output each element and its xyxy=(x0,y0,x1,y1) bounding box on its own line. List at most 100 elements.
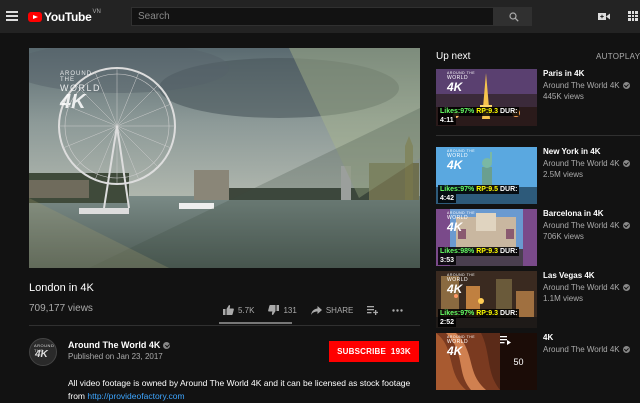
verified-check-icon xyxy=(163,341,171,349)
playlist-icon xyxy=(500,336,511,345)
watermark-line1: AROUND THE xyxy=(60,71,93,83)
rp-score: RP:9.5 xyxy=(476,186,498,193)
channel-name-row[interactable]: Around The World 4K xyxy=(68,340,171,350)
video-description: All video footage is owned by Around The… xyxy=(68,377,428,403)
item-views: 445K views xyxy=(543,92,584,101)
apps-grid-icon[interactable] xyxy=(628,11,638,21)
channel-avatar[interactable]: AROUND THE 4K xyxy=(29,338,57,366)
video-title: London in 4K xyxy=(29,282,94,294)
watermark-line3: 4K xyxy=(60,91,86,113)
published-date: Published on Jan 23, 2017 xyxy=(68,352,163,361)
dur-label: DUR: xyxy=(499,248,518,255)
item-title[interactable]: 4K xyxy=(543,333,553,342)
duration-badge: 3:53 xyxy=(438,256,457,265)
item-channel: Around The World 4K xyxy=(543,345,620,354)
like-button[interactable]: 5.7K xyxy=(223,305,254,315)
search-button[interactable] xyxy=(494,7,532,26)
dur-label: DUR: xyxy=(499,310,518,317)
share-label: SHARE xyxy=(325,305,354,315)
share-arrow-icon xyxy=(310,305,322,315)
duration-badge: 4:11 xyxy=(438,116,456,125)
video-watermark: AROUND THE WORLD 4K xyxy=(60,71,100,114)
youtube-play-icon xyxy=(28,12,42,22)
item-title[interactable]: Barcelona in 4K xyxy=(543,209,603,218)
thumbnail-watermark: AROUND THE WORLD 4K xyxy=(447,273,475,296)
thumbnail[interactable]: AROUND THE WORLD 4K Likes:97% RP:9.5 DUR: … xyxy=(436,147,537,204)
more-actions-button[interactable] xyxy=(392,308,404,312)
wm-line3: 4K xyxy=(447,79,463,94)
thumbnail[interactable]: AROUND THE WORLD 4K Likes:98% RP:9.3 DUR: … xyxy=(436,209,537,266)
menu-icon[interactable] xyxy=(6,11,18,21)
item-title[interactable]: New York in 4K xyxy=(543,147,601,156)
duration-badge: 4:42 xyxy=(438,194,457,203)
search-input[interactable]: Search xyxy=(131,7,494,26)
thumbnail-watermark: AROUND THE WORLD 4K xyxy=(447,211,475,234)
item-channel-row: Around The World 4K xyxy=(543,221,630,230)
item-channel: Around The World 4K xyxy=(543,283,620,292)
verified-check-icon xyxy=(622,160,630,167)
item-channel-row: Around The World 4K xyxy=(543,345,630,354)
rating-overlay: Likes:98% RP:9.3 DUR: xyxy=(438,247,520,256)
playlist-count: 50 xyxy=(513,356,524,367)
item-channel-row: Around The World 4K xyxy=(543,81,630,90)
divider xyxy=(436,135,640,136)
subscribe-label: SUBSCRIBE xyxy=(337,347,387,356)
search-icon xyxy=(509,12,519,22)
channel-name[interactable]: Around The World 4K xyxy=(68,340,160,350)
rating-overlay: Likes:97% RP:9.3 DUR: xyxy=(438,107,520,116)
likes-percent: Likes:97% xyxy=(440,108,475,115)
item-channel: Around The World 4K xyxy=(543,221,620,230)
verified-check-icon xyxy=(622,284,630,291)
top-bar: YouTube VN Search xyxy=(0,0,640,33)
item-channel-row: Around The World 4K xyxy=(543,159,630,168)
video-actions: 5.7K 131 SHARE xyxy=(223,302,417,318)
autoplay-toggle[interactable]: AUTOPLAY xyxy=(596,52,640,61)
dur-label: DUR: xyxy=(499,186,518,193)
thumbnail-watermark: AROUND THE WORLD 4K xyxy=(447,149,475,172)
item-title[interactable]: Paris in 4K xyxy=(543,69,584,78)
subscribe-button[interactable]: SUBSCRIBE 193K xyxy=(329,341,419,362)
up-next-playlist[interactable]: AROUND THE WORLD 4K 50 4K Around The World… xyxy=(436,333,640,390)
like-ratio-bar xyxy=(219,322,292,324)
likes-percent: Likes:97% xyxy=(440,186,475,193)
item-views: 706K views xyxy=(543,232,584,241)
likes-percent: Likes:97% xyxy=(440,310,475,317)
verified-check-icon xyxy=(622,82,630,89)
item-title[interactable]: Las Vegas 4K xyxy=(543,271,595,280)
thumbs-down-icon xyxy=(268,305,280,315)
wm-line3: 4K xyxy=(447,219,463,234)
thumbnail[interactable]: AROUND THE WORLD 4K Likes:97% RP:9.3 DUR: … xyxy=(436,271,537,328)
save-to-playlist-button[interactable] xyxy=(367,305,379,315)
playlist-add-icon xyxy=(367,305,379,315)
divider xyxy=(29,325,420,326)
up-next-item[interactable]: AROUND THE WORLD 4K Likes:97% RP:9.3 DUR: … xyxy=(436,69,640,126)
up-next-item[interactable]: AROUND THE WORLD 4K Likes:97% RP:9.5 DUR: … xyxy=(436,147,640,204)
logo-country-code: VN xyxy=(92,9,101,15)
video-player[interactable]: AROUND THE WORLD 4K xyxy=(29,48,420,268)
dislike-button[interactable]: 131 xyxy=(268,305,297,315)
up-next-heading: Up next xyxy=(436,51,471,62)
thumbnail[interactable]: AROUND THE WORLD 4K Likes:97% RP:9.3 DUR: … xyxy=(436,69,537,126)
item-views: 1.1M views xyxy=(543,294,584,303)
share-button[interactable]: SHARE xyxy=(310,305,354,315)
description-text: All video footage is owned by Around The… xyxy=(68,378,411,388)
rp-score: RP:9.3 xyxy=(476,310,498,317)
up-next-item[interactable]: AROUND THE WORLD 4K Likes:98% RP:9.3 DUR: … xyxy=(436,209,640,266)
view-count: 709,177 views xyxy=(29,303,93,314)
rp-score: RP:9.3 xyxy=(476,248,498,255)
wm-line3: 4K xyxy=(447,157,463,172)
create-video-icon[interactable] xyxy=(598,12,610,21)
thumbnail[interactable]: AROUND THE WORLD 4K 50 xyxy=(436,333,537,390)
item-channel-row: Around The World 4K xyxy=(543,283,630,292)
wm-line3: 4K xyxy=(447,281,463,296)
logo-text: YouTube xyxy=(44,10,92,24)
dur-label: DUR: xyxy=(499,108,518,115)
verified-check-icon xyxy=(622,346,630,353)
item-channel: Around The World 4K xyxy=(543,81,620,90)
thumbs-up-icon xyxy=(223,305,234,315)
dislike-count: 131 xyxy=(283,305,297,315)
verified-check-icon xyxy=(622,222,630,229)
youtube-logo[interactable]: YouTube VN xyxy=(28,9,101,25)
up-next-item[interactable]: AROUND THE WORLD 4K Likes:97% RP:9.3 DUR: … xyxy=(436,271,640,328)
avatar-text-line2: 4K xyxy=(35,349,48,360)
